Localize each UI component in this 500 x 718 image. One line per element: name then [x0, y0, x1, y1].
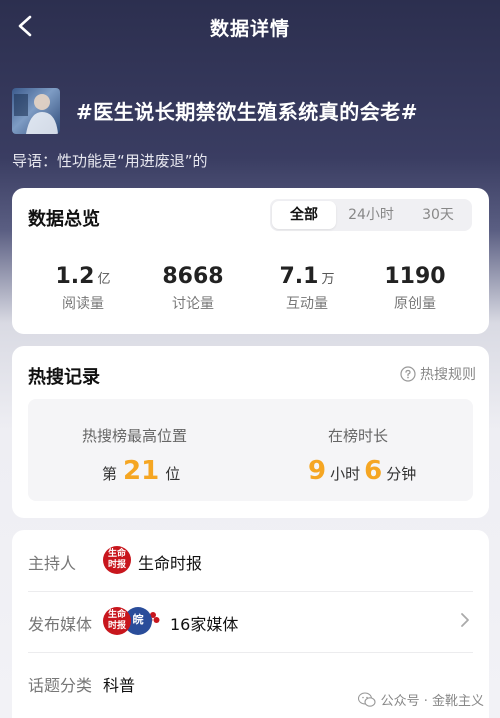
- row-divider: [28, 591, 473, 592]
- hot-search-title: 热搜记录: [28, 367, 100, 388]
- wechat-icon: [357, 691, 376, 707]
- duration-value: 9 小时 6 分钟: [308, 456, 417, 486]
- topic-thumbnail: [12, 88, 60, 134]
- media-logo-1: 生命 时报: [103, 607, 131, 635]
- nav-bar: 数据详情: [0, 0, 500, 54]
- interaction-count-label: 互动量: [286, 296, 328, 312]
- peak-position-value: 第 21 位: [102, 456, 181, 486]
- host-logo: 生命 时报: [103, 546, 131, 574]
- original-count-label: 原创量: [394, 296, 436, 312]
- host-label: 主持人: [28, 554, 77, 573]
- row-divider: [28, 652, 473, 653]
- media-label: 发布媒体: [28, 615, 93, 634]
- read-count-label: 阅读量: [62, 296, 104, 312]
- discussion-count: 8668: [162, 264, 224, 289]
- tab-24h[interactable]: 24小时: [338, 201, 404, 229]
- hot-search-rule-link[interactable]: 热搜规则: [400, 364, 476, 384]
- category-label: 话题分类: [28, 676, 93, 695]
- topic-guide: 导语：性功能是“用进废退”的: [12, 152, 208, 170]
- interaction-count: 7.1 万: [279, 264, 335, 289]
- read-count: 1.2 亿: [55, 264, 111, 289]
- category-value: 科普: [103, 676, 136, 695]
- tab-all[interactable]: 全部: [272, 201, 336, 229]
- watermark: 公众号 · 金靴主义: [357, 690, 484, 709]
- original-count: 1190: [384, 264, 446, 289]
- host-value[interactable]: 生命时报: [138, 550, 202, 574]
- topic-title: #医生说长期禁欲生殖系统真的会老#: [76, 100, 419, 124]
- question-circle-icon: [400, 366, 416, 382]
- chevron-right-icon[interactable]: [458, 610, 472, 630]
- media-value[interactable]: 16家媒体: [170, 611, 238, 635]
- discussion-count-label: 讨论量: [172, 296, 214, 312]
- watermark-text: 公众号 · 金靴主义: [380, 694, 484, 709]
- page-title: 数据详情: [209, 18, 290, 40]
- overview-title: 数据总览: [28, 209, 100, 230]
- hot-search-rule-label: 热搜规则: [420, 367, 476, 383]
- time-range-tabs: 全部 24小时 30天: [270, 199, 472, 231]
- tab-30d[interactable]: 30天: [406, 201, 470, 229]
- duration-label: 在榜时长: [328, 427, 389, 445]
- peak-position-label: 热搜榜最高位置: [82, 427, 188, 445]
